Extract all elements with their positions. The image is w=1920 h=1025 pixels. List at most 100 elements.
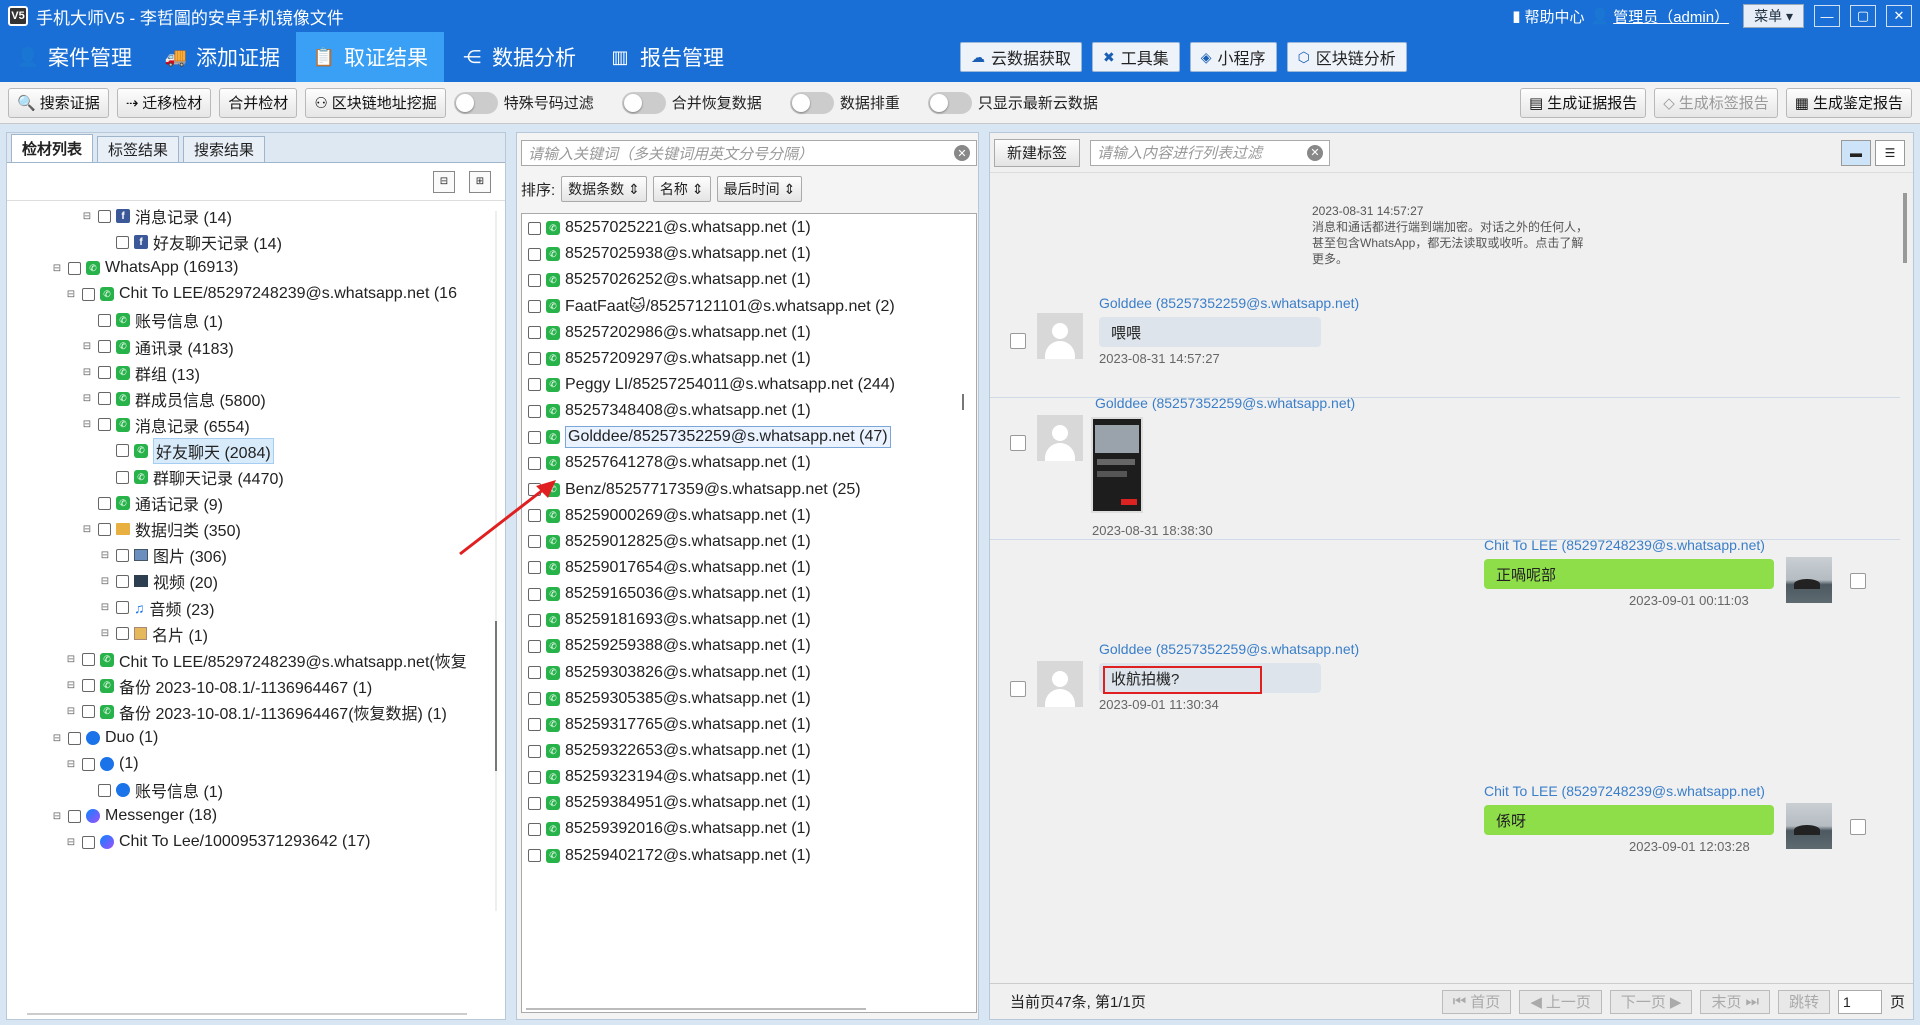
contact-item[interactable]: ✆ 85259323194@s.whatsapp.net (1) <box>528 764 811 790</box>
nav-forensic-results[interactable]: 📋 取证结果 <box>296 32 444 82</box>
contact-checkbox[interactable] <box>528 849 541 863</box>
tree-node[interactable]: ⊟ ✆ Chit To LEE/85297248239@s.whatsapp.net… <box>65 647 467 673</box>
nav-case-management[interactable]: 👤 案件管理 <box>0 32 148 82</box>
merge-material-button[interactable]: 合并检材 <box>219 87 298 118</box>
message-checkbox[interactable] <box>1010 435 1026 451</box>
contact-item[interactable]: ✆ 85259305385@s.whatsapp.net (1) <box>528 686 811 712</box>
expand-toggle-icon[interactable]: ⊟ <box>65 289 77 300</box>
tree-horizontal-scrollbar[interactable] <box>27 1013 467 1015</box>
toggle-switch[interactable] <box>621 91 666 114</box>
tree-checkbox[interactable] <box>68 261 81 275</box>
clear-icon[interactable]: ✕ <box>1307 144 1324 161</box>
contact-checkbox[interactable] <box>528 561 541 575</box>
toggle-switch[interactable] <box>453 91 498 114</box>
sort-by-time-button[interactable]: 最后时间 ⇕ <box>716 176 803 202</box>
tree-checkbox[interactable] <box>98 340 111 353</box>
tree-node[interactable]: ⊟ ✆ 备份 2023-10-08.1/-1136964467(恢复数据) (1) <box>65 699 447 725</box>
expand-toggle-icon[interactable]: ⊟ <box>81 419 93 430</box>
page-number-input[interactable]: 1 <box>1837 989 1882 1014</box>
contact-item[interactable]: ✆ Golddee/85257352259@s.whatsapp.net (47) <box>528 424 891 450</box>
tree-node[interactable]: ⊟ 图片 (306) <box>99 542 227 568</box>
next-page-button[interactable]: 下一页 ▶ <box>1609 989 1693 1014</box>
scrollbar-thumb[interactable] <box>1903 193 1907 263</box>
message-checkbox[interactable] <box>1010 681 1026 697</box>
last-page-button[interactable]: 末页 ⏭ <box>1700 989 1770 1014</box>
tree-node[interactable]: ✆ 好友聊天 (2084) <box>99 437 274 464</box>
contact-checkbox[interactable] <box>528 587 541 601</box>
contact-item[interactable]: ✆ 85259012825@s.whatsapp.net (1) <box>528 529 811 555</box>
tree-node[interactable]: ⊟ Duo (1) <box>51 725 159 751</box>
special-number-filter-toggle[interactable]: 特殊号码过滤 <box>453 91 594 114</box>
blockchain-mining-button[interactable]: ⚇ 区块链地址挖掘 <box>305 87 446 118</box>
tree-node[interactable]: ⊟ f 消息记录 (14) <box>81 203 232 229</box>
collapse-all-icon[interactable]: ⊟ <box>433 170 455 193</box>
expand-toggle-icon[interactable]: ⊟ <box>99 628 111 639</box>
contact-checkbox[interactable] <box>528 613 541 627</box>
expand-toggle-icon[interactable]: ⊟ <box>65 759 77 770</box>
contact-item[interactable]: ✆ 85257641278@s.whatsapp.net (1) <box>528 450 811 476</box>
tree-node[interactable]: f 好友聊天记录 (14) <box>99 229 282 255</box>
contact-item[interactable]: ✆ 85259384951@s.whatsapp.net (1) <box>528 790 811 816</box>
tree-node[interactable]: ⊟ ✆ 群成员信息 (5800) <box>81 386 266 412</box>
tab-material-list[interactable]: 检材列表 <box>11 134 94 162</box>
search-evidence-button[interactable]: 🔍 搜索证据 <box>8 87 109 118</box>
expand-toggle-icon[interactable]: ⊟ <box>99 576 111 587</box>
tree-node[interactable]: ✆ 群聊天记录 (4470) <box>99 464 284 490</box>
tree-checkbox[interactable] <box>98 392 111 406</box>
tree-node[interactable]: ⊟ ✆ WhatsApp (16913) <box>51 255 239 281</box>
nav-add-evidence[interactable]: 🚚 添加证据 <box>148 32 296 82</box>
jump-button[interactable]: 跳转 <box>1777 989 1830 1014</box>
expand-toggle-icon[interactable]: ⊟ <box>99 602 111 613</box>
contact-checkbox[interactable] <box>528 404 541 418</box>
contact-checkbox[interactable] <box>528 796 541 810</box>
tree-checkbox[interactable] <box>98 783 111 797</box>
tree-checkbox[interactable] <box>98 418 111 432</box>
list-view-icon[interactable]: ☰ <box>1875 139 1905 166</box>
tab-search-results[interactable]: 搜索结果 <box>183 136 266 162</box>
expand-toggle-icon[interactable]: ⊟ <box>81 524 93 535</box>
toggle-switch[interactable] <box>789 91 834 114</box>
toggle-switch[interactable] <box>927 91 972 114</box>
tab-tag-results[interactable]: 标签结果 <box>97 136 180 162</box>
tree-checkbox[interactable] <box>82 679 95 693</box>
dedupe-toggle[interactable]: 数据排重 <box>789 91 900 114</box>
tree-node[interactable]: ⊟ ✆ Chit To LEE/85297248239@s.whatsapp.net… <box>65 281 457 307</box>
tree-node[interactable]: ⊟ ✆ 消息记录 (6554) <box>81 412 250 438</box>
contact-checkbox[interactable] <box>528 718 541 732</box>
menu-dropdown[interactable]: 菜单 ▾ <box>1743 4 1804 28</box>
contact-checkbox[interactable] <box>528 378 541 392</box>
tree-checkbox[interactable] <box>116 548 129 562</box>
contact-item[interactable]: ✆ FaatFaat🐱/85257121101@s.whatsapp.net (2… <box>528 293 895 319</box>
contact-item[interactable]: ✆ 85259317765@s.whatsapp.net (1) <box>528 712 811 738</box>
tree-checkbox[interactable] <box>82 653 95 667</box>
list-filter-input[interactable]: 请输入内容进行列表过滤 ✕ <box>1090 139 1331 166</box>
contact-item[interactable]: ✆ 85257202986@s.whatsapp.net (1) <box>528 320 811 346</box>
contact-item[interactable]: ✆ 85259322653@s.whatsapp.net (1) <box>528 738 811 764</box>
clear-icon[interactable]: ✕ <box>954 145 970 161</box>
expand-all-icon[interactable]: ⊞ <box>469 170 491 193</box>
tree-checkbox[interactable] <box>98 313 111 327</box>
contact-checkbox[interactable] <box>528 639 541 653</box>
tree-checkbox[interactable] <box>116 235 129 249</box>
contact-item[interactable]: ✆ Peggy LI/85257254011@s.whatsapp.net (24… <box>528 372 895 398</box>
tree-checkbox[interactable] <box>98 522 111 536</box>
contact-checkbox[interactable] <box>528 299 541 313</box>
tree-node[interactable]: ✆ 账号信息 (1) <box>81 307 223 333</box>
close-button[interactable]: ✕ <box>1886 5 1912 27</box>
contact-item[interactable]: ✆ 85259392016@s.whatsapp.net (1) <box>528 816 811 842</box>
list-horizontal-scrollbar[interactable] <box>526 1008 866 1010</box>
contact-checkbox[interactable] <box>528 509 541 523</box>
expand-toggle-icon[interactable]: ⊟ <box>81 211 93 222</box>
message-checkbox[interactable] <box>1850 819 1866 835</box>
contact-checkbox[interactable] <box>528 666 541 680</box>
latest-cloud-toggle[interactable]: 只显示最新云数据 <box>927 91 1098 114</box>
contact-checkbox[interactable] <box>528 273 541 287</box>
nav-report-management[interactable]: ▥ 报告管理 <box>592 32 740 82</box>
tree-node[interactable]: ⊟ ✆ 通讯录 (4183) <box>81 334 234 360</box>
expand-toggle-icon[interactable]: ⊟ <box>81 393 93 404</box>
merge-recovered-toggle[interactable]: 合并恢复数据 <box>621 91 762 114</box>
image-attachment[interactable] <box>1091 417 1143 513</box>
help-center-link[interactable]: ▮ 帮助中心 <box>1512 6 1584 27</box>
expand-toggle-icon[interactable]: ⊟ <box>51 263 63 274</box>
message-checkbox[interactable] <box>1850 573 1866 589</box>
